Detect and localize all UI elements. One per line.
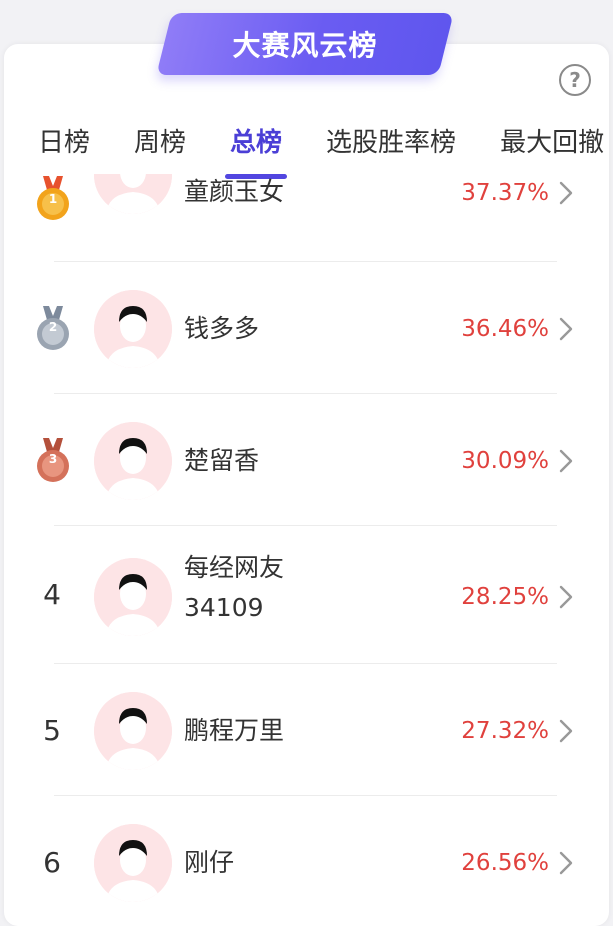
tab-label: 最大回撤 <box>500 127 605 158</box>
tab-daily[interactable]: 日榜 <box>38 116 90 165</box>
user-name: 童颜玉女 <box>184 177 285 206</box>
chevron-right-icon <box>559 317 573 341</box>
avatar <box>94 422 172 500</box>
chevron-right-icon <box>559 181 573 205</box>
tab-label: 总榜 <box>230 127 283 158</box>
rank-number: 5 <box>43 714 61 747</box>
medal-rank-number: 1 <box>48 192 58 206</box>
banner-title: 大赛风云榜 <box>232 29 378 62</box>
leaderboard-banner: 大赛风云榜 <box>156 13 454 75</box>
avatar-person-icon <box>94 692 172 770</box>
tab-weekly[interactable]: 周榜 <box>134 116 186 165</box>
rank-number: 4 <box>43 578 61 611</box>
tab-overall[interactable]: 总榜 <box>225 116 288 179</box>
avatar <box>94 558 172 636</box>
tab-label: 周榜 <box>134 127 187 158</box>
user-name: 鹏程万里 <box>184 716 285 745</box>
medal-rank-number: 3 <box>48 452 58 466</box>
list-item[interactable]: 1 童颜玉女 37.37% <box>4 174 609 262</box>
tab-bar: 日榜 周榜 总榜 选股胜率榜 最大回撤 <box>4 110 609 179</box>
ranking-list: 1 童颜玉女 37.37% 2 钱多多 36.46% 3 楚留香 30.09% … <box>4 174 609 926</box>
return-rate: 26.56% <box>461 850 549 876</box>
medal-rank-number: 2 <box>48 320 58 334</box>
user-name: 钱多多 <box>184 314 260 343</box>
help-icon[interactable]: ? <box>559 64 591 96</box>
return-rate: 37.37% <box>461 180 549 206</box>
chevron-right-icon <box>559 851 573 875</box>
list-item[interactable]: 3 楚留香 30.09% <box>4 394 609 526</box>
avatar <box>94 174 172 214</box>
return-rate: 28.25% <box>461 584 549 610</box>
avatar-person-icon <box>94 174 172 214</box>
avatar <box>94 290 172 368</box>
rank-number: 6 <box>43 846 61 879</box>
list-item[interactable]: 5 鹏程万里 27.32% <box>4 664 609 796</box>
chevron-right-icon <box>559 585 573 609</box>
tab-win-rate[interactable]: 选股胜率榜 <box>326 116 456 165</box>
user-name: 刚仔 <box>184 848 235 877</box>
return-rate: 27.32% <box>461 718 549 744</box>
list-item[interactable]: 6 刚仔 26.56% <box>4 796 609 926</box>
avatar <box>94 692 172 770</box>
tab-label: 日榜 <box>38 127 91 158</box>
tab-label: 选股胜率榜 <box>326 127 457 158</box>
avatar-person-icon <box>94 558 172 636</box>
tab-max-drawdown[interactable]: 最大回撤 <box>500 116 604 165</box>
user-name-line2: 34109 <box>184 593 264 622</box>
list-item[interactable]: 4 每经网友 34109 28.25% <box>4 526 609 664</box>
user-name: 每经网友 <box>184 553 285 582</box>
return-rate: 30.09% <box>461 448 549 474</box>
leaderboard-card: ? 日榜 周榜 总榜 选股胜率榜 最大回撤 1 童颜玉女 37.37% 2 钱多… <box>4 44 609 926</box>
avatar-person-icon <box>94 824 172 902</box>
chevron-right-icon <box>559 449 573 473</box>
avatar <box>94 824 172 902</box>
chevron-right-icon <box>559 719 573 743</box>
avatar-person-icon <box>94 422 172 500</box>
list-item[interactable]: 2 钱多多 36.46% <box>4 262 609 394</box>
user-name: 楚留香 <box>184 446 260 475</box>
return-rate: 36.46% <box>461 316 549 342</box>
avatar-person-icon <box>94 290 172 368</box>
